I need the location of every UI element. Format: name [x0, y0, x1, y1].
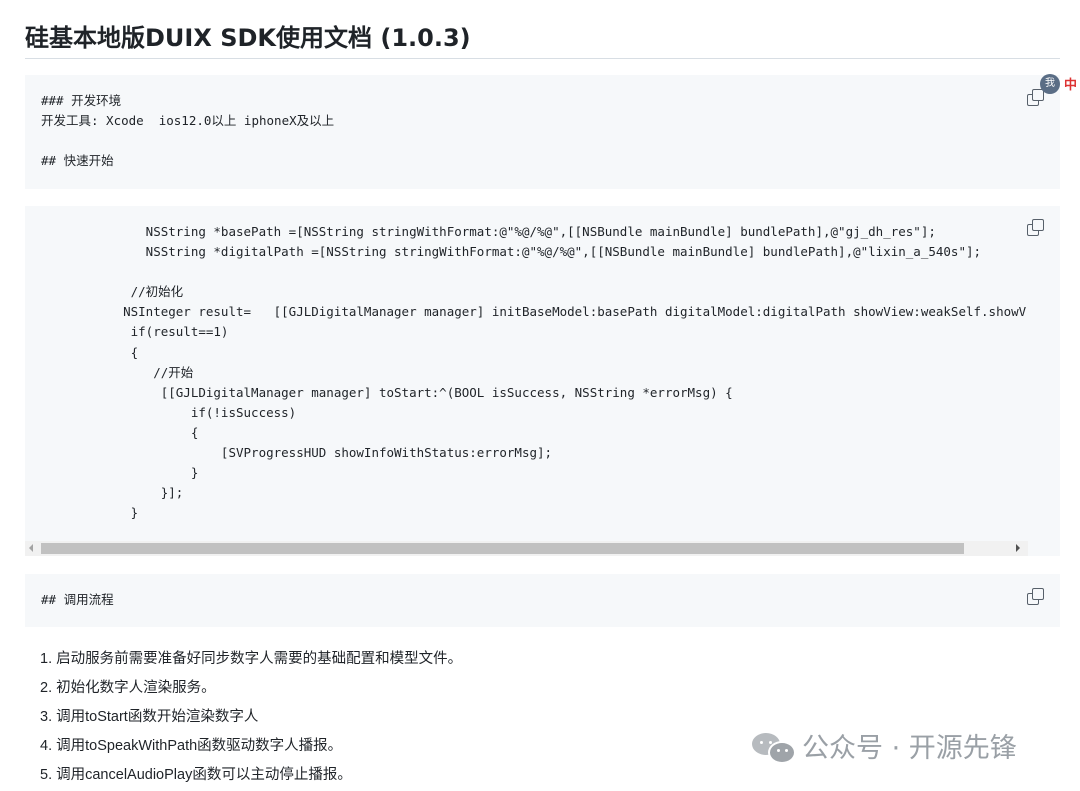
scrollbar-thumb[interactable]	[41, 543, 964, 554]
wechat-icon	[752, 729, 796, 764]
code-block-env: ### 开发环境 开发工具: Xcode ios12.0以上 iphoneX及以…	[25, 75, 1060, 189]
code-line: 开发工具: Xcode ios12.0以上 iphoneX及以上	[41, 113, 335, 129]
code-block-flow: ## 调用流程	[25, 574, 1060, 627]
code-line: ### 开发环境	[41, 93, 122, 108]
translate-extension-icon[interactable]: 我	[1040, 74, 1060, 94]
code-line: }];	[93, 485, 184, 501]
code-block-objc: NSString *basePath =[NSString stringWith…	[25, 206, 1060, 556]
code-text: NSString *basePath =[NSString stringWith…	[93, 222, 1026, 523]
code-line: {	[93, 344, 139, 360]
copy-button[interactable]	[1027, 588, 1045, 606]
translate-extension-label[interactable]: 中	[1064, 74, 1077, 93]
list-item: 4. 调用toSpeakWithPath函数驱动数字人播报。	[40, 738, 343, 754]
code-line: NSString *digitalPath =[NSString stringW…	[93, 244, 982, 260]
code-line: }	[93, 505, 139, 521]
code-text: ## 调用流程	[41, 590, 114, 610]
code-line: NSString *basePath =[NSString stringWith…	[93, 224, 936, 239]
code-line: ## 快速开始	[41, 153, 114, 169]
horizontal-scrollbar[interactable]	[25, 541, 1028, 556]
code-line: //初始化	[93, 284, 184, 300]
code-line: }	[93, 465, 199, 481]
code-text: ### 开发环境 开发工具: Xcode ios12.0以上 iphoneX及以…	[41, 91, 334, 171]
copy-button[interactable]	[1027, 89, 1045, 107]
code-line: if(!isSuccess)	[93, 404, 297, 420]
list-item: 3. 调用toStart函数开始渲染数字人	[40, 709, 259, 725]
page-title: 硅基本地版DUIX SDK使用文档 (1.0.3)	[25, 24, 471, 52]
code-line: ## 调用流程	[41, 592, 114, 607]
list-item: 5. 调用cancelAudioPlay函数可以主动停止播报。	[40, 767, 352, 783]
title-divider	[25, 58, 1060, 59]
copy-button[interactable]	[1027, 219, 1045, 237]
scroll-left-icon[interactable]	[29, 544, 33, 552]
scroll-right-icon[interactable]	[1016, 544, 1020, 552]
code-line: NSInteger result= [[GJLDigitalManager ma…	[93, 304, 1027, 320]
code-line: [SVProgressHUD showInfoWithStatus:errorM…	[93, 445, 553, 461]
code-line: if(result==1)	[93, 324, 229, 340]
watermark-text: 公众号 · 开源先锋	[802, 733, 1017, 764]
code-line: //开始	[93, 364, 194, 380]
steps-list: 1. 启动服务前需要准备好同步数字人需要的基础配置和模型文件。 2. 初始化数字…	[40, 645, 462, 790]
code-line: {	[93, 424, 199, 440]
watermark: 公众号 · 开源先锋	[752, 726, 1017, 765]
code-line: [[GJLDigitalManager manager] toStart:^(B…	[93, 384, 733, 400]
list-item: 1. 启动服务前需要准备好同步数字人需要的基础配置和模型文件。	[40, 651, 463, 667]
list-item: 2. 初始化数字人渲染服务。	[40, 680, 216, 696]
